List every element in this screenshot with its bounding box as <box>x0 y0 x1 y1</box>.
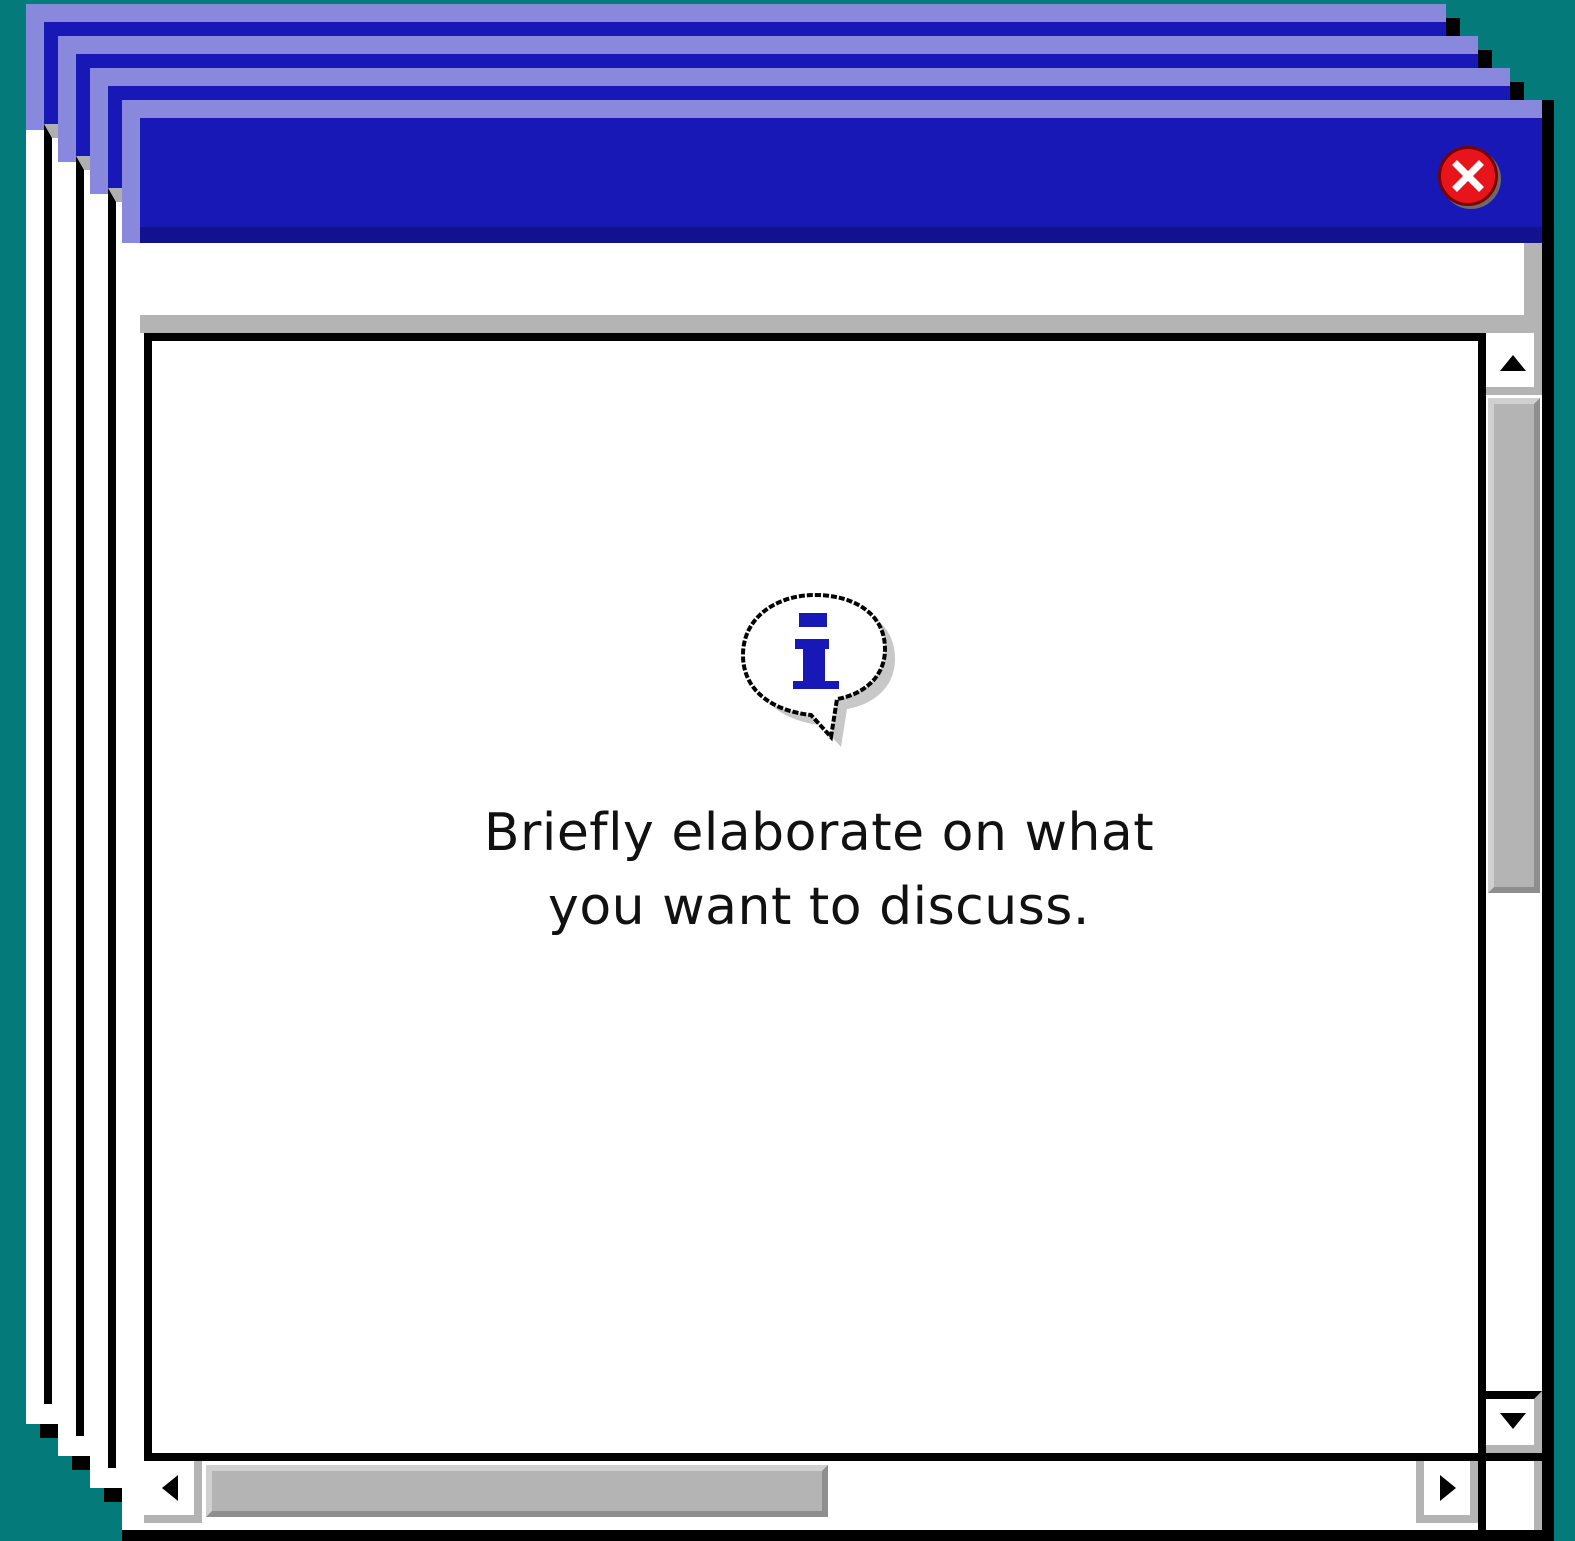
dialog-window: Briefly elaborate on what you want to di… <box>122 100 1542 1530</box>
triangle-up-icon <box>1500 355 1526 371</box>
dialog-content: Briefly elaborate on what you want to di… <box>144 333 1486 1453</box>
toolbar-area <box>122 243 1542 333</box>
close-x-icon <box>1452 160 1484 192</box>
scrollbar-corner <box>1478 1453 1542 1530</box>
triangle-down-icon <box>1500 1413 1526 1429</box>
triangle-right-icon <box>1440 1475 1456 1501</box>
vertical-scrollbar[interactable] <box>1478 333 1542 1453</box>
close-button[interactable] <box>1438 146 1498 206</box>
info-speech-bubble-icon <box>740 592 895 747</box>
message-line-1: Briefly elaborate on what <box>483 803 1155 863</box>
message-line-2: you want to discuss. <box>548 877 1090 937</box>
window-titlebar[interactable] <box>122 100 1542 243</box>
scroll-down-button[interactable] <box>1486 1391 1542 1453</box>
vertical-scroll-thumb[interactable] <box>1488 398 1540 893</box>
dialog-message: Briefly elaborate on what you want to di… <box>152 796 1486 944</box>
scroll-right-button[interactable] <box>1416 1461 1478 1523</box>
horizontal-scroll-thumb[interactable] <box>206 1465 828 1517</box>
scroll-up-button[interactable] <box>1486 333 1542 395</box>
horizontal-scrollbar[interactable] <box>144 1453 1478 1530</box>
scroll-left-button[interactable] <box>144 1461 202 1523</box>
triangle-left-icon <box>162 1475 178 1501</box>
